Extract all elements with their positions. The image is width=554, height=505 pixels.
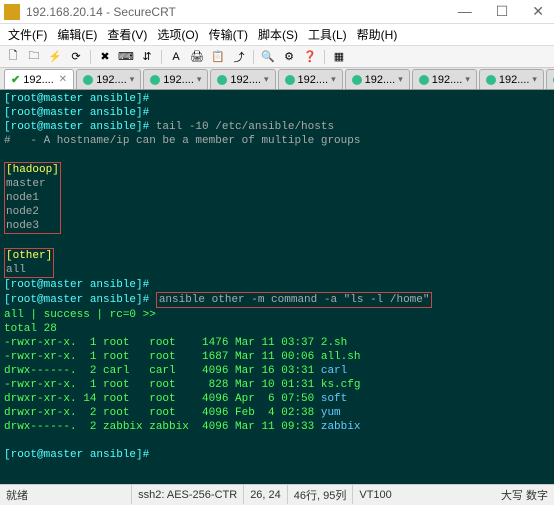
- menu-tools[interactable]: 工具(L): [308, 26, 347, 43]
- menu-file[interactable]: 文件(F): [8, 26, 47, 43]
- app-icon: [4, 4, 20, 20]
- session-tab-4[interactable]: 192....▾: [278, 69, 343, 89]
- session-tab-3[interactable]: 192....▾: [210, 69, 275, 89]
- tab-label: 192....: [365, 74, 396, 86]
- status-ssh: ssh2: AES-256-CTR: [131, 485, 243, 504]
- tab-label: 192....: [432, 74, 463, 86]
- menu-view[interactable]: 查看(V): [107, 26, 147, 43]
- print-icon[interactable]: 🖨: [188, 49, 206, 65]
- tile-icon[interactable]: ▦: [330, 49, 348, 65]
- tab-label: 192....: [163, 74, 194, 86]
- menubar: 文件(F) 编辑(E) 查看(V) 选项(O) 传输(T) 脚本(S) 工具(L…: [0, 24, 554, 46]
- separator: [253, 50, 254, 64]
- status-dot-icon: [419, 75, 429, 85]
- chevron-down-icon[interactable]: ▾: [130, 74, 135, 85]
- statusbar: 就绪 ssh2: AES-256-CTR 26, 24 46行, 95列 VT1…: [0, 484, 554, 504]
- session-tab-2[interactable]: 192....▾: [143, 69, 208, 89]
- menu-script[interactable]: 脚本(S): [258, 26, 298, 43]
- separator: [324, 50, 325, 64]
- reconnect-icon[interactable]: ⟳: [67, 49, 85, 65]
- toolbar: 🗋 🗀 ⚡ ⟳ ✖ ⌨ ⇵ A 🖨 📋 ⤴ 🔍 ⚙ ❓ ▦: [0, 46, 554, 68]
- close-button[interactable]: ✕: [526, 3, 550, 20]
- status-ready: 就绪: [6, 487, 28, 503]
- status-dot-icon: [217, 75, 227, 85]
- menu-options[interactable]: 选项(O): [157, 26, 198, 43]
- session-tab-0[interactable]: ✔192.... ✕: [4, 69, 74, 89]
- tab-close-icon[interactable]: ✕: [59, 74, 67, 85]
- open-icon[interactable]: 🗀: [25, 49, 43, 65]
- disconnect-icon[interactable]: ✖: [96, 49, 114, 65]
- chevron-down-icon[interactable]: ▾: [331, 74, 336, 85]
- help-icon[interactable]: ❓: [301, 49, 319, 65]
- status-caps-num: 大写 数字: [501, 487, 548, 503]
- paste-icon[interactable]: ⤴: [230, 49, 248, 65]
- terminal[interactable]: [root@master ansible]# [root@master ansi…: [0, 90, 554, 484]
- session-tab-7[interactable]: 192....▾: [479, 69, 544, 89]
- keyboard-icon[interactable]: ⌨: [117, 49, 135, 65]
- minimize-button[interactable]: —: [452, 3, 478, 20]
- settings-icon[interactable]: ⚙: [280, 49, 298, 65]
- new-icon[interactable]: 🗋: [4, 49, 22, 65]
- menu-help[interactable]: 帮助(H): [357, 26, 398, 43]
- tab-label: 192....: [230, 74, 261, 86]
- font-icon[interactable]: A: [167, 49, 185, 65]
- session-tab-6[interactable]: 192....▾: [412, 69, 477, 89]
- session-tab-1[interactable]: 192....▾: [76, 69, 141, 89]
- window-title: 192.168.20.14 - SecureCRT: [26, 5, 452, 19]
- chevron-down-icon[interactable]: ▾: [264, 74, 269, 85]
- find-icon[interactable]: 🔍: [259, 49, 277, 65]
- status-dot-icon: [150, 75, 160, 85]
- session-tab-8[interactable]: 192....▾: [546, 69, 554, 89]
- menu-edit[interactable]: 编辑(E): [57, 26, 97, 43]
- quick-connect-icon[interactable]: ⚡: [46, 49, 64, 65]
- separator: [90, 50, 91, 64]
- tab-label: 192....: [499, 74, 530, 86]
- chevron-down-icon[interactable]: ▾: [532, 74, 537, 85]
- status-dot-icon: [486, 75, 496, 85]
- status-size: 46行, 95列: [287, 485, 353, 504]
- chevron-down-icon[interactable]: ▾: [465, 74, 470, 85]
- chevron-down-icon[interactable]: ▾: [398, 74, 403, 85]
- check-icon: ✔: [11, 73, 20, 86]
- status-dot-icon: [285, 75, 295, 85]
- tab-label: 192....: [23, 74, 54, 86]
- window-controls: — ☐ ✕: [452, 3, 550, 20]
- status-dot-icon: [352, 75, 362, 85]
- status-dot-icon: [83, 75, 93, 85]
- session-tab-5[interactable]: 192....▾: [345, 69, 410, 89]
- tab-label: 192....: [96, 74, 127, 86]
- chevron-down-icon[interactable]: ▾: [197, 74, 202, 85]
- clipboard-icon[interactable]: 📋: [209, 49, 227, 65]
- titlebar: 192.168.20.14 - SecureCRT — ☐ ✕: [0, 0, 554, 24]
- transfer-icon[interactable]: ⇵: [138, 49, 156, 65]
- maximize-button[interactable]: ☐: [490, 3, 515, 20]
- tabbar: ✔192....✕192....▾192....▾192....▾192....…: [0, 68, 554, 90]
- status-emulation: VT100: [352, 485, 397, 504]
- tab-label: 192....: [298, 74, 329, 86]
- separator: [161, 50, 162, 64]
- status-cursor-pos: 26, 24: [243, 485, 287, 504]
- menu-transfer[interactable]: 传输(T): [209, 26, 248, 43]
